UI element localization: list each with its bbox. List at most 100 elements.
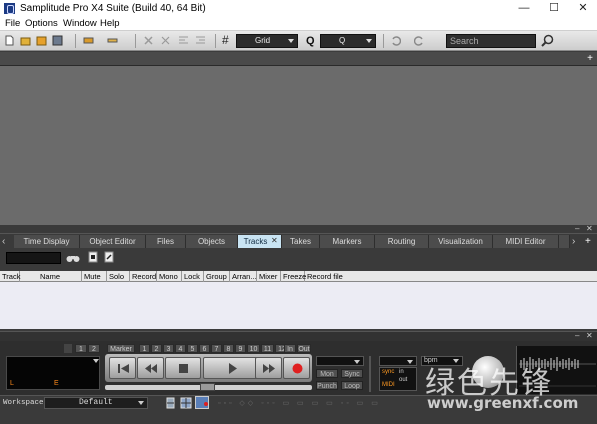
tab-files[interactable]: Files: [146, 235, 186, 249]
search-input[interactable]: Search: [446, 34, 536, 48]
marker-key[interactable]: 9: [235, 344, 246, 353]
marker-in-key[interactable]: In: [284, 344, 296, 353]
minimize-panel-icon[interactable]: –: [575, 224, 579, 233]
search-icon[interactable]: [541, 34, 554, 47]
column-header-solo[interactable]: Solo: [107, 271, 130, 282]
tab-time-display[interactable]: Time Display: [14, 235, 80, 249]
align-right-icon[interactable]: [195, 35, 206, 46]
main-toolbar: # Grid Q Q Search: [0, 31, 597, 51]
tab-markers[interactable]: Markers: [320, 235, 375, 249]
position-slider-thumb[interactable]: [200, 383, 215, 391]
add-track-icon[interactable]: +: [585, 54, 595, 64]
record-dot-icon: [204, 402, 208, 406]
add-tab-icon[interactable]: +: [585, 235, 595, 248]
marker-key[interactable]: 3: [163, 344, 174, 353]
menu-options[interactable]: Options: [25, 18, 58, 29]
column-header-group[interactable]: Group: [204, 271, 230, 282]
menu-window[interactable]: Window: [63, 18, 97, 29]
track-filter-input[interactable]: [6, 252, 61, 264]
grid-layout-icon[interactable]: [180, 397, 192, 409]
stop-button[interactable]: [165, 357, 201, 379]
undo-icon[interactable]: [390, 35, 401, 46]
marker-nav-icon[interactable]: [64, 344, 72, 353]
marker-key[interactable]: 4: [175, 344, 186, 353]
redo-icon[interactable]: [414, 35, 425, 46]
close-panel-icon[interactable]: ✕: [586, 224, 593, 233]
track-info-icon[interactable]: [88, 251, 98, 263]
marker-key[interactable]: 1: [75, 344, 87, 353]
marker-key[interactable]: 5: [187, 344, 198, 353]
grid-dropdown[interactable]: Grid: [236, 34, 298, 48]
track-list[interactable]: [0, 282, 597, 329]
column-header-mute[interactable]: Mute: [82, 271, 107, 282]
marker-key[interactable]: 10: [247, 344, 260, 353]
chevron-down-icon: [138, 401, 144, 405]
tempo-source-dropdown[interactable]: [379, 356, 417, 366]
align-left-icon[interactable]: [178, 35, 189, 46]
marker-key[interactable]: 6: [199, 344, 210, 353]
open-folder-icon[interactable]: [20, 35, 31, 46]
sync-source-dropdown[interactable]: [316, 356, 364, 366]
quantize-dropdown[interactable]: Q: [320, 34, 376, 48]
record-mode-button[interactable]: [195, 396, 209, 409]
tab-object-editor[interactable]: Object Editor: [80, 235, 146, 249]
close-tab-icon[interactable]: ✕: [271, 236, 279, 246]
column-header-mixer[interactable]: Mixer: [257, 271, 281, 282]
workspace-dropdown[interactable]: Default: [44, 397, 148, 409]
maximize-button[interactable]: ☐: [540, 0, 568, 17]
tab-midi-editor[interactable]: MIDI Editor: [493, 235, 559, 249]
tab-objects[interactable]: Objects: [186, 235, 238, 249]
range-tool-icon[interactable]: [107, 35, 118, 46]
new-file-icon[interactable]: [4, 35, 15, 46]
menu-file[interactable]: File: [5, 18, 20, 29]
column-header-lock[interactable]: Lock: [182, 271, 204, 282]
column-header-arranger[interactable]: Arran...: [230, 271, 257, 282]
split-icon[interactable]: [160, 35, 171, 46]
tab-scroll-right-icon[interactable]: ›: [572, 235, 582, 248]
save-icon[interactable]: [52, 35, 63, 46]
close-panel-icon[interactable]: ✕: [586, 331, 593, 340]
chevron-down-icon[interactable]: [93, 359, 99, 363]
rewind-button[interactable]: [137, 357, 164, 379]
binoculars-icon[interactable]: [66, 253, 80, 263]
open-project-icon[interactable]: [36, 35, 47, 46]
minimize-panel-icon[interactable]: –: [575, 331, 579, 340]
marker-key[interactable]: 1: [139, 344, 150, 353]
tab-takes[interactable]: Takes: [282, 235, 320, 249]
tab-visualization[interactable]: Visualization: [429, 235, 493, 249]
arrange-area[interactable]: [0, 52, 597, 225]
marker-out-key[interactable]: Out: [297, 344, 311, 353]
go-to-start-button[interactable]: [109, 357, 136, 379]
marker-key[interactable]: 7: [211, 344, 222, 353]
column-header-track[interactable]: Track: [0, 271, 20, 282]
tab-more[interactable]: [559, 235, 570, 249]
marker-key[interactable]: 2: [88, 344, 100, 353]
column-header-freeze[interactable]: Freeze: [281, 271, 306, 282]
grid-icon: #: [222, 33, 229, 47]
monitor-button[interactable]: Mon: [316, 369, 338, 378]
column-header-record[interactable]: Record: [130, 271, 157, 282]
menu-help[interactable]: Help: [100, 18, 120, 29]
cut-icon[interactable]: [143, 35, 154, 46]
record-button[interactable]: [283, 357, 310, 379]
loop-button[interactable]: Loop: [341, 381, 363, 390]
tab-scroll-left-icon[interactable]: ‹: [2, 235, 12, 248]
tab-routing[interactable]: Routing: [375, 235, 429, 249]
punch-button[interactable]: Punch: [316, 381, 338, 390]
column-header-record-file[interactable]: Record file: [305, 271, 597, 282]
marker-key[interactable]: 8: [223, 344, 234, 353]
fast-forward-button[interactable]: [255, 357, 282, 379]
workspace-value: Default: [79, 398, 113, 407]
time-display[interactable]: L E: [6, 356, 100, 390]
close-button[interactable]: ✕: [569, 0, 597, 17]
column-header-name[interactable]: Name: [20, 271, 82, 282]
column-header-mono[interactable]: Mono: [157, 271, 182, 282]
layout-icon[interactable]: [166, 397, 175, 409]
play-button[interactable]: [203, 357, 261, 379]
mouse-mode-icon[interactable]: [83, 35, 94, 46]
marker-key[interactable]: 2: [151, 344, 162, 353]
sync-button[interactable]: Sync: [341, 369, 363, 378]
minimize-button[interactable]: —: [510, 0, 538, 17]
track-settings-icon[interactable]: [104, 251, 114, 263]
marker-key[interactable]: 11: [261, 344, 274, 353]
